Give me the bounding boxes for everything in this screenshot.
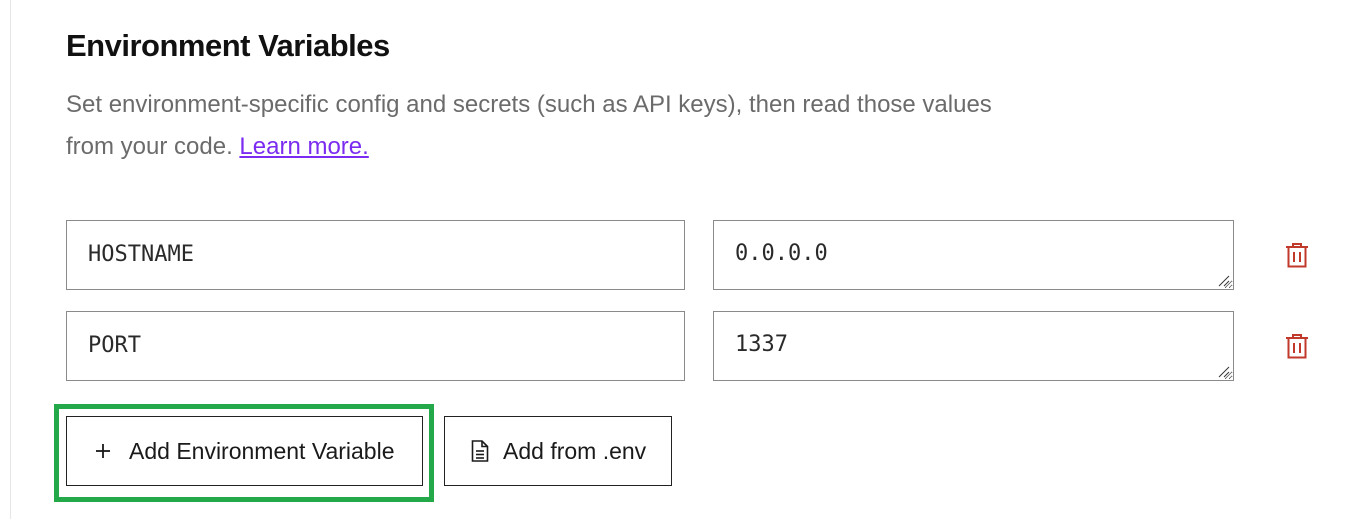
env-key-input[interactable] — [66, 220, 685, 290]
plus-icon — [96, 444, 110, 458]
file-icon — [471, 440, 489, 462]
section-description: Set environment-specific config and secr… — [66, 84, 1046, 168]
delete-row-trash-icon[interactable] — [1285, 333, 1309, 359]
section-title: Environment Variables — [66, 28, 390, 63]
description-text: Set environment-specific config and secr… — [66, 91, 992, 160]
env-value-input[interactable]: 0.0.0.0 — [713, 220, 1234, 290]
add-environment-variable-button[interactable]: Add Environment Variable — [66, 416, 423, 486]
env-value-wrapper: 1337 — [713, 311, 1234, 386]
env-value-input[interactable]: 1337 — [713, 311, 1234, 381]
delete-row-trash-icon[interactable] — [1285, 242, 1309, 268]
resize-grip-icon[interactable] — [1218, 275, 1230, 287]
env-key-input[interactable] — [66, 311, 685, 381]
env-value-wrapper: 0.0.0.0 — [713, 220, 1234, 295]
resize-grip-icon[interactable] — [1218, 366, 1230, 378]
learn-more-link[interactable]: Learn more. — [239, 133, 368, 160]
add-from-env-label: Add from .env — [503, 437, 647, 464]
add-from-env-button[interactable]: Add from .env — [444, 416, 672, 486]
add-environment-variable-label: Add Environment Variable — [129, 437, 395, 464]
